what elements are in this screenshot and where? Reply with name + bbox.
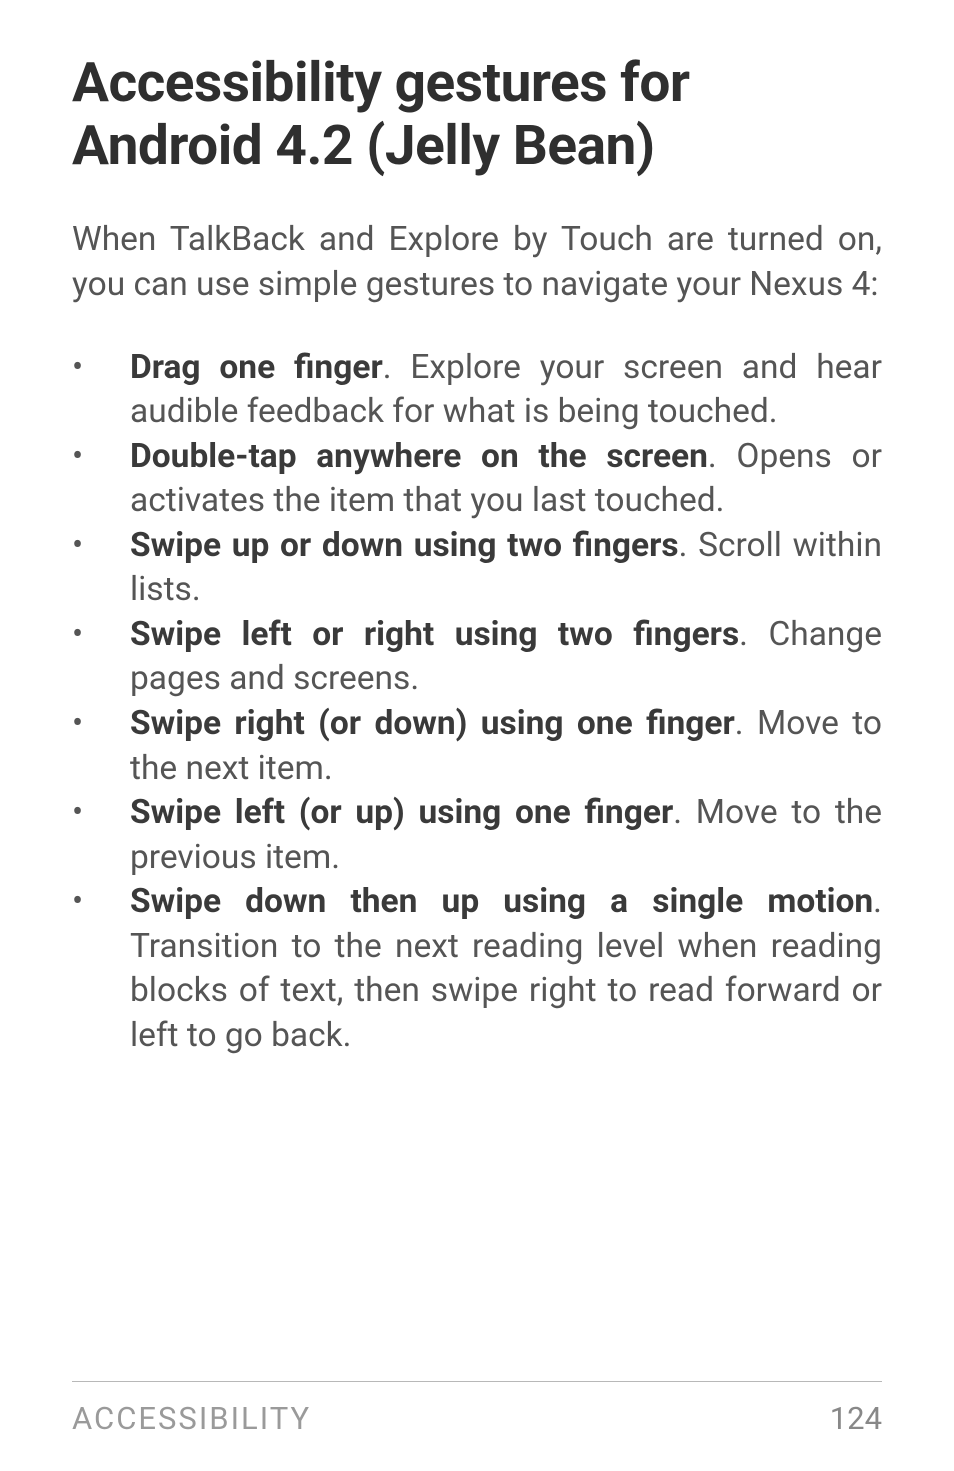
footer-section-label: ACCESSIBILITY [72,1400,311,1437]
list-item: Swipe left or right using two fingers. C… [72,613,882,702]
list-item-bold: Swipe up or down using two fingers [130,526,679,565]
page-content: Accessibility gestures for Android 4.2 (… [72,52,882,1381]
list-item: Swipe down then up using a single motion… [72,880,882,1058]
list-item-bold: Swipe left or right using two fingers [130,615,739,654]
list-item: Swipe left (or up) using one finger. Mov… [72,791,882,880]
list-item-bold: Swipe right (or down) using one finger [130,704,735,743]
intro-paragraph: When TalkBack and Explore by Touch are t… [72,217,882,308]
page-title: Accessibility gestures for Android 4.2 (… [72,52,882,179]
list-item-bold: Drag one finger [130,348,383,387]
list-item-bold: Double-tap anywhere on the screen [130,437,708,476]
list-item: Double-tap anywhere on the screen. Opens… [72,435,882,524]
list-item-bold: Swipe down then up using a single motion [130,882,873,921]
document-page: Accessibility gestures for Android 4.2 (… [0,0,954,1471]
list-item: Swipe up or down using two fingers. Scro… [72,524,882,613]
page-footer: ACCESSIBILITY 124 [72,1381,882,1471]
footer-page-number: 124 [830,1400,882,1437]
gesture-list: Drag one finger. Explore your screen and… [72,346,882,1059]
list-item: Drag one finger. Explore your screen and… [72,346,882,435]
list-item-bold: Swipe left (or up) using one finger [130,793,673,832]
list-item: Swipe right (or down) using one finger. … [72,702,882,791]
